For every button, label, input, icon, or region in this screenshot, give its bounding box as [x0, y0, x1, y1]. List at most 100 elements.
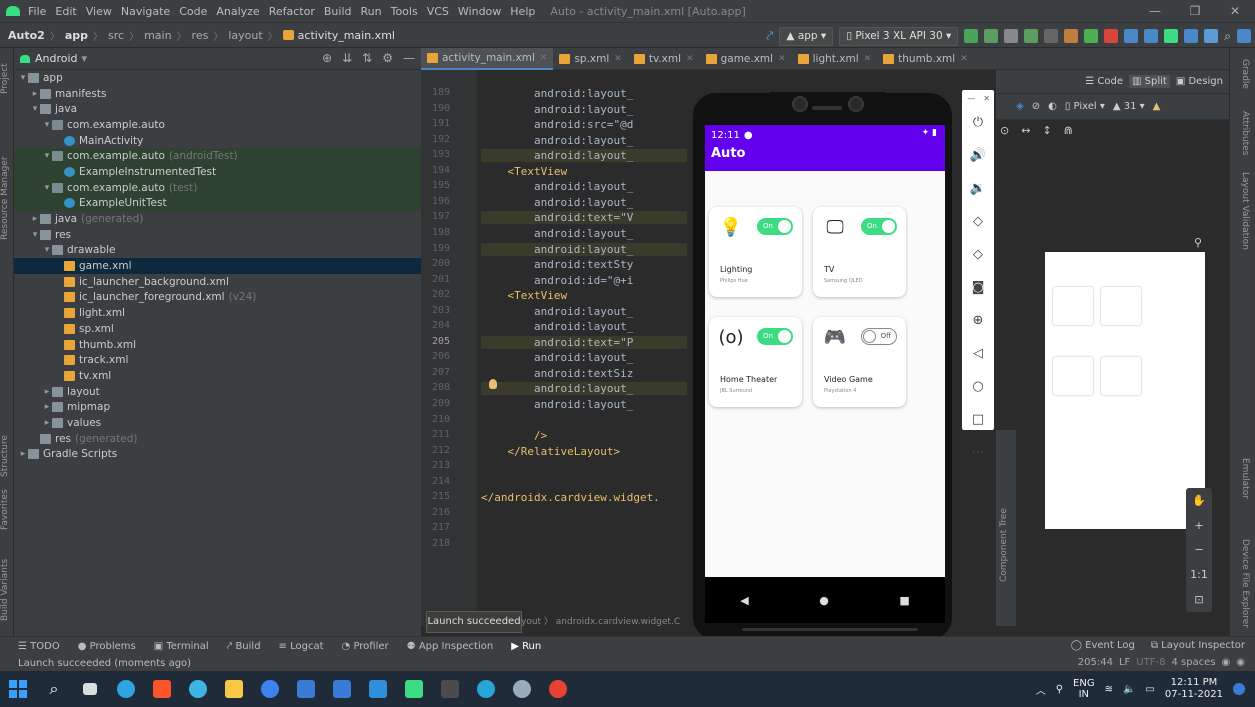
calculator-icon[interactable]: [324, 671, 360, 707]
tab-game[interactable]: game.xml ✕: [700, 48, 792, 70]
search-icon[interactable]: ⌕: [1224, 29, 1231, 44]
code-line[interactable]: </androidx.cardview.widget.: [481, 491, 687, 504]
tree-expand-arrow-icon[interactable]: ▸: [42, 402, 52, 412]
layout-validation-tool-tab[interactable]: Layout Validation: [1236, 166, 1250, 256]
close-icon[interactable]: ✕: [1215, 0, 1255, 22]
breadcrumb-layout[interactable]: layout: [228, 29, 262, 42]
night-mode-icon[interactable]: ◐: [1048, 101, 1057, 112]
layout-inspector-icon[interactable]: [1184, 29, 1199, 43]
tab-thumb[interactable]: thumb.xml ✕: [877, 48, 974, 70]
browser-icon[interactable]: [468, 671, 504, 707]
tree-item[interactable]: ▾ app: [14, 70, 421, 86]
tree-item[interactable]: ▸ Gradle Scripts: [14, 447, 421, 463]
tree-item[interactable]: ▸ values: [14, 415, 421, 431]
menu-help[interactable]: Help: [510, 5, 535, 18]
code-line[interactable]: android:layout_: [481, 351, 687, 364]
tree-item[interactable]: ▾ com.example.auto (androidTest): [14, 148, 421, 165]
tree-item[interactable]: thumb.xml: [14, 337, 421, 353]
memory-indicator-icon[interactable]: ◉: [1236, 657, 1245, 668]
breadcrumb-src[interactable]: src: [108, 29, 124, 42]
recents-nav-icon[interactable]: ■: [899, 594, 909, 607]
chrome-alt-icon[interactable]: [540, 671, 576, 707]
home-icon[interactable]: ○: [962, 370, 994, 403]
tree-item[interactable]: ▸ java (generated): [14, 211, 421, 227]
apply-changes-icon[interactable]: [964, 29, 979, 43]
locate-file-icon[interactable]: ⊕: [322, 51, 332, 65]
zoom-fit-icon[interactable]: ⊡: [1194, 593, 1203, 606]
tree-expand-arrow-icon[interactable]: ▾: [42, 245, 52, 255]
ide-update-icon[interactable]: [1237, 29, 1251, 43]
screenshot-icon[interactable]: ◙: [962, 271, 994, 304]
tree-expand-arrow-icon[interactable]: ▾: [30, 104, 40, 114]
app-inspection-tool-button[interactable]: ⚉ App Inspection: [407, 641, 494, 652]
breadcrumb-module[interactable]: app: [65, 29, 88, 42]
code-line[interactable]: android:src="@d: [481, 118, 687, 131]
sdk-manager-icon[interactable]: [1144, 29, 1159, 43]
tree-item[interactable]: sp.xml: [14, 321, 421, 337]
tree-item[interactable]: ▾ com.example.auto: [14, 117, 421, 133]
code-line[interactable]: <TextView: [481, 165, 687, 178]
restore-icon[interactable]: ❐: [1175, 0, 1215, 22]
tree-item[interactable]: ▾ res: [14, 227, 421, 243]
tree-expand-arrow-icon[interactable]: ▾: [30, 230, 40, 240]
zoom-out-icon[interactable]: −: [1194, 543, 1203, 556]
layout-preview[interactable]: [1045, 252, 1205, 529]
problems-tool-button[interactable]: ● Problems: [78, 641, 136, 652]
code-line[interactable]: android:textSiz: [481, 367, 687, 380]
code-line[interactable]: android:layout_: [481, 305, 687, 318]
tree-item[interactable]: ▾ drawable: [14, 243, 421, 259]
power-toggle[interactable]: Off: [861, 328, 897, 345]
close-tab-icon[interactable]: ✕: [614, 54, 622, 64]
profile-icon[interactable]: [1044, 29, 1059, 43]
xml-breadcrumb[interactable]: yout 〉 androidx.cardview.widget.C: [521, 614, 687, 626]
code-line[interactable]: android:layout_: [481, 398, 687, 411]
tree-expand-arrow-icon[interactable]: ▸: [42, 387, 52, 397]
zoom-in-icon[interactable]: +: [1194, 519, 1203, 532]
home-nav-icon[interactable]: ●: [819, 594, 829, 607]
tab-light[interactable]: light.xml ✕: [792, 48, 878, 70]
zoom-icon[interactable]: ⊕: [962, 304, 994, 337]
code-line[interactable]: android:layout_: [481, 242, 687, 256]
power-icon[interactable]: ⏻: [962, 106, 994, 139]
start-button[interactable]: [0, 671, 36, 707]
emulator-tool-tab[interactable]: Emulator: [1236, 448, 1250, 508]
layout-inspector-button[interactable]: ⧉ Layout Inspector: [1151, 640, 1245, 651]
menu-file[interactable]: File: [28, 5, 46, 18]
tree-expand-arrow-icon[interactable]: ▾: [42, 151, 52, 161]
collapse-all-icon[interactable]: ⇊: [342, 51, 352, 65]
menu-tools[interactable]: Tools: [391, 5, 418, 18]
rotate-left-icon[interactable]: ◇: [962, 205, 994, 238]
warning-icon[interactable]: ▲: [1153, 101, 1161, 112]
brave-browser-icon[interactable]: [144, 671, 180, 707]
power-toggle[interactable]: On: [757, 218, 793, 235]
inspection-icon[interactable]: ◉: [1222, 657, 1231, 668]
run-tool-button[interactable]: ▶ Run: [511, 641, 541, 652]
todo-tool-button[interactable]: ☰ TODO: [18, 641, 60, 652]
taskbar-search-icon[interactable]: ⌕: [36, 671, 72, 707]
device-preview-select[interactable]: ▯ Pixel ▾: [1065, 101, 1105, 112]
resource-manager-tool-tab[interactable]: Resource Manager: [0, 148, 14, 248]
code-line[interactable]: android:layout_: [481, 180, 687, 193]
project-view-select[interactable]: Android: [35, 52, 78, 65]
tab-sp[interactable]: sp.xml ✕: [553, 48, 627, 70]
overview-icon[interactable]: □: [962, 403, 994, 436]
api-level-select[interactable]: ▲ 31 ▾: [1113, 101, 1145, 112]
breadcrumb-main[interactable]: main: [144, 29, 171, 42]
telegram-icon[interactable]: [108, 671, 144, 707]
code-line[interactable]: android:text="V: [481, 211, 687, 225]
tree-item[interactable]: ExampleInstrumentedTest: [14, 164, 421, 180]
stop-icon[interactable]: [1104, 29, 1119, 43]
favorites-tool-tab[interactable]: Favorites: [0, 484, 14, 536]
emulator-minimize-icon[interactable]: —: [967, 94, 975, 103]
apply-code-changes-icon[interactable]: [984, 29, 999, 43]
device-card[interactable]: 🖵 On TV Samsung QLED: [813, 207, 906, 297]
settings-icon[interactable]: [504, 671, 540, 707]
line-separator[interactable]: LF: [1119, 657, 1130, 668]
code-line[interactable]: android:layout_: [481, 149, 687, 163]
wifi-icon[interactable]: ≋: [1105, 684, 1113, 695]
sync-gradle-icon[interactable]: [1084, 29, 1099, 43]
tree-item[interactable]: ▾ java: [14, 101, 421, 117]
code-line[interactable]: />: [481, 429, 687, 442]
tree-item[interactable]: ▸ mipmap: [14, 399, 421, 415]
rotate-right-icon[interactable]: ◇: [962, 238, 994, 271]
